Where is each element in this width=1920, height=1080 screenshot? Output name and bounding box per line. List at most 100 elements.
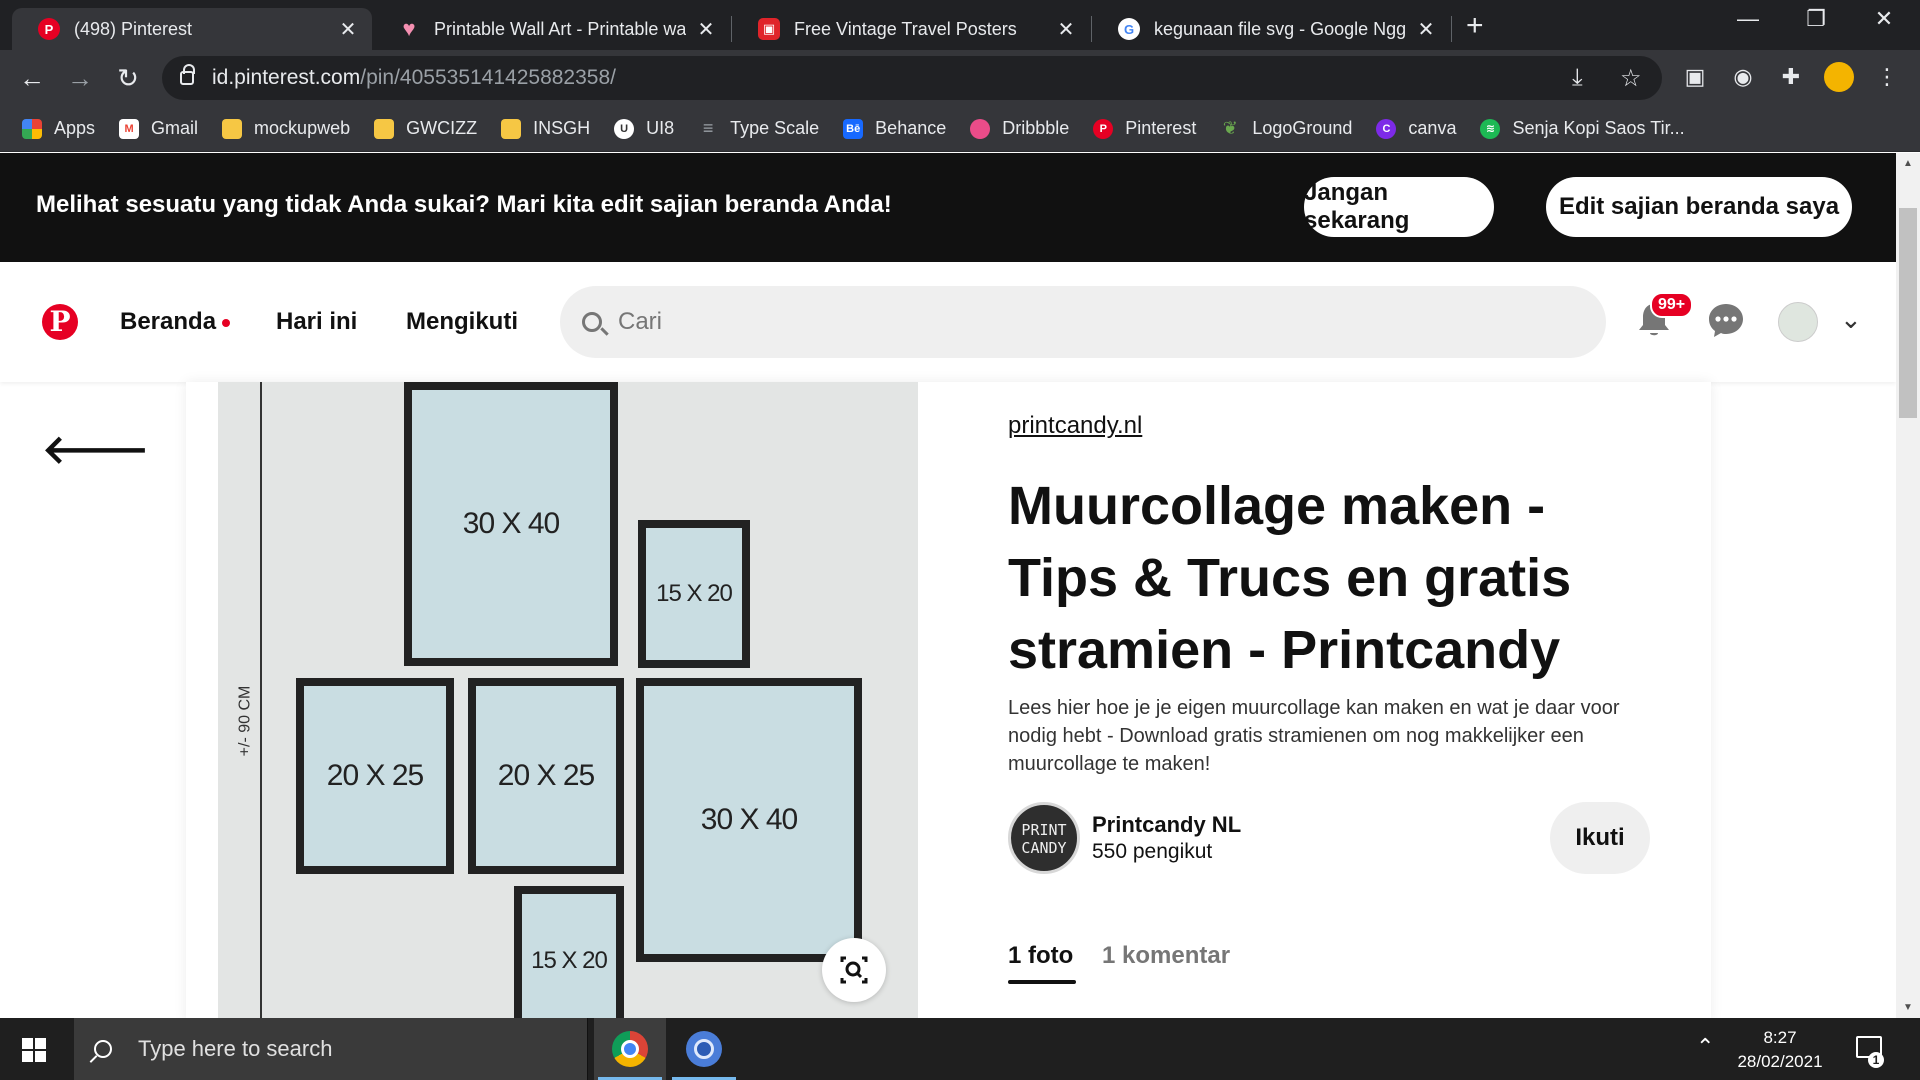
- browser-toolbar: ← → ↻ id.pinterest.com/pin/4055351414258…: [0, 50, 1920, 106]
- new-content-dot: [222, 318, 231, 327]
- frame-30x40-right: 30 X 40: [636, 678, 862, 962]
- follow-button[interactable]: Ikuti: [1550, 802, 1650, 874]
- reload-button[interactable]: ↻: [110, 60, 146, 96]
- bookmark-behance[interactable]: Bē Behance: [843, 118, 946, 139]
- heart-icon: ♥: [402, 16, 416, 41]
- chrome-icon: [612, 1031, 648, 1067]
- chevron-up-icon[interactable]: ⌃: [1696, 1034, 1714, 1060]
- active-tab-indicator: [1008, 980, 1076, 984]
- chrome-menu-icon[interactable]: ⋮: [1872, 62, 1902, 92]
- search-input[interactable]: [618, 308, 1518, 336]
- address-bar[interactable]: id.pinterest.com/pin/405535141425882358/…: [162, 56, 1662, 100]
- tab-google-search[interactable]: G kegunaan file svg - Google Nggo ✕: [1092, 8, 1450, 50]
- pinterest-logo-icon[interactable]: P: [42, 304, 78, 340]
- tab-strip: P (498) Pinterest ✕ ♥ Printable Wall Art…: [0, 0, 1920, 50]
- folder-icon: [222, 118, 243, 139]
- restore-button[interactable]: ❐: [1786, 6, 1846, 36]
- nav-following[interactable]: Mengikuti: [406, 308, 518, 336]
- tab-printable-wall-art[interactable]: ♥ Printable Wall Art - Printable wall ✕: [372, 8, 730, 50]
- extension-circle-icon[interactable]: ◉: [1728, 62, 1758, 92]
- bookmark-spotify[interactable]: ≋ Senja Kopi Saos Tir...: [1480, 118, 1685, 139]
- extensions-puzzle-icon[interactable]: ✚: [1776, 62, 1806, 92]
- tab-title: (498) Pinterest: [74, 18, 193, 39]
- taskbar-clock[interactable]: 8:27 28/02/2021: [1720, 1026, 1840, 1074]
- back-arrow-icon[interactable]: 🡐: [42, 424, 149, 473]
- edit-home-feed-button[interactable]: Edit sajian beranda saya: [1546, 177, 1852, 237]
- clock-date: 28/02/2021: [1737, 1052, 1823, 1071]
- apps-grid-icon: [22, 118, 42, 139]
- search-bar[interactable]: [560, 286, 1606, 358]
- search-icon: [582, 312, 602, 332]
- tab-photos[interactable]: 1 foto: [1008, 942, 1073, 970]
- bookmarks-bar: Apps M Gmail mockupweb GWCIZZ INSGH U UI8 …: [0, 106, 1920, 152]
- nav-home[interactable]: Beranda: [120, 308, 231, 336]
- window-close-button[interactable]: ✕: [1854, 6, 1914, 36]
- bookmark-insgh[interactable]: INSGH: [501, 118, 590, 139]
- logoground-icon: ❦: [1222, 118, 1238, 138]
- frame-20x25-middle: 20 X 25: [468, 678, 624, 874]
- type-scale-icon: ≡: [702, 118, 714, 138]
- bookmark-gmail[interactable]: M Gmail: [119, 118, 198, 139]
- creator-name[interactable]: Printcandy NL: [1092, 812, 1241, 838]
- search-icon: [94, 1040, 112, 1058]
- creator-avatar[interactable]: PRINT CANDY: [1008, 802, 1080, 874]
- bookmark-logoground[interactable]: ❦ LogoGround: [1220, 118, 1353, 139]
- pinterest-header: P Beranda Hari ini Mengikuti 99+ ⌄: [0, 262, 1896, 382]
- messages-icon[interactable]: [1706, 300, 1746, 340]
- forward-button[interactable]: →: [62, 60, 98, 96]
- pinterest-icon: P: [1093, 118, 1114, 139]
- close-icon[interactable]: ✕: [338, 17, 358, 42]
- bookmark-gwcizz[interactable]: GWCIZZ: [374, 118, 477, 139]
- url-host: id.pinterest.com: [212, 66, 361, 89]
- chrome-profile-icon: [686, 1031, 722, 1067]
- taskbar-search-box[interactable]: Type here to search: [74, 1018, 588, 1080]
- windows-start-icon[interactable]: [22, 1038, 46, 1062]
- bookmark-apps[interactable]: Apps: [22, 118, 95, 139]
- banner-message: Melihat sesuatu yang tidak Anda sukai? M…: [36, 191, 892, 218]
- folder-icon: [374, 118, 395, 139]
- tab-divider: [1451, 16, 1452, 42]
- tab-vintage-posters[interactable]: ▣ Free Vintage Travel Posters ✕: [732, 8, 1090, 50]
- action-center-count: 1: [1868, 1052, 1884, 1068]
- tab-comments[interactable]: 1 komentar: [1102, 942, 1230, 970]
- extension-camera-icon[interactable]: ▣: [1680, 62, 1710, 92]
- bookmark-dribbble[interactable]: Dribbble: [970, 118, 1069, 139]
- profile-avatar[interactable]: [1824, 62, 1854, 92]
- scroll-up-arrow-icon[interactable]: ▲: [1896, 158, 1920, 169]
- canva-icon: C: [1376, 118, 1397, 139]
- scroll-down-arrow-icon[interactable]: ▼: [1896, 1002, 1920, 1013]
- new-tab-button[interactable]: +: [1466, 8, 1484, 44]
- measure-line: [260, 382, 262, 1022]
- tab-pinterest[interactable]: P (498) Pinterest ✕: [12, 8, 372, 50]
- taskbar-chrome[interactable]: [594, 1018, 666, 1080]
- close-icon[interactable]: ✕: [1416, 17, 1436, 42]
- tab-title: Printable Wall Art - Printable wall: [434, 18, 686, 39]
- taskbar-chrome-profile[interactable]: [668, 1018, 740, 1080]
- bookmark-star-icon[interactable]: ☆: [1620, 64, 1642, 93]
- tab-title: kegunaan file svg - Google Nggo: [1154, 18, 1406, 39]
- close-icon[interactable]: ✕: [696, 17, 716, 42]
- bookmark-pinterest[interactable]: P Pinterest: [1093, 118, 1196, 139]
- minimize-button[interactable]: —: [1718, 6, 1778, 36]
- user-avatar[interactable]: [1778, 302, 1818, 342]
- visual-search-icon[interactable]: [822, 938, 886, 1002]
- clock-time: 8:27: [1763, 1028, 1797, 1047]
- pin-source-link[interactable]: printcandy.nl: [1008, 412, 1142, 440]
- scrollbar-thumb[interactable]: [1899, 208, 1917, 418]
- pinterest-icon: P: [38, 18, 60, 40]
- back-button[interactable]: ←: [14, 60, 50, 96]
- bookmark-ui8[interactable]: U UI8: [614, 118, 674, 139]
- bookmark-type-scale[interactable]: ≡ Type Scale: [698, 118, 819, 139]
- install-app-icon[interactable]: ⤓: [1572, 64, 1583, 92]
- chevron-down-icon[interactable]: ⌄: [1840, 304, 1862, 335]
- nav-today[interactable]: Hari ini: [276, 308, 357, 336]
- taskbar-search-placeholder: Type here to search: [138, 1036, 333, 1061]
- close-icon[interactable]: ✕: [1056, 17, 1076, 42]
- bookmark-canva[interactable]: Ccanva: [1376, 118, 1456, 139]
- lock-icon[interactable]: [180, 64, 195, 85]
- pin-image[interactable]: +/- 90 CM 30 X 40 15 X 20 20 X 25 20 X 2…: [218, 382, 918, 1022]
- bookmark-mockupweb[interactable]: mockupweb: [222, 118, 350, 139]
- dribbble-icon: [970, 118, 991, 139]
- not-now-button[interactable]: Jangan sekarang: [1304, 177, 1494, 237]
- pin-title: Muurcollage maken - Tips & Trucs en grat…: [1008, 476, 1572, 680]
